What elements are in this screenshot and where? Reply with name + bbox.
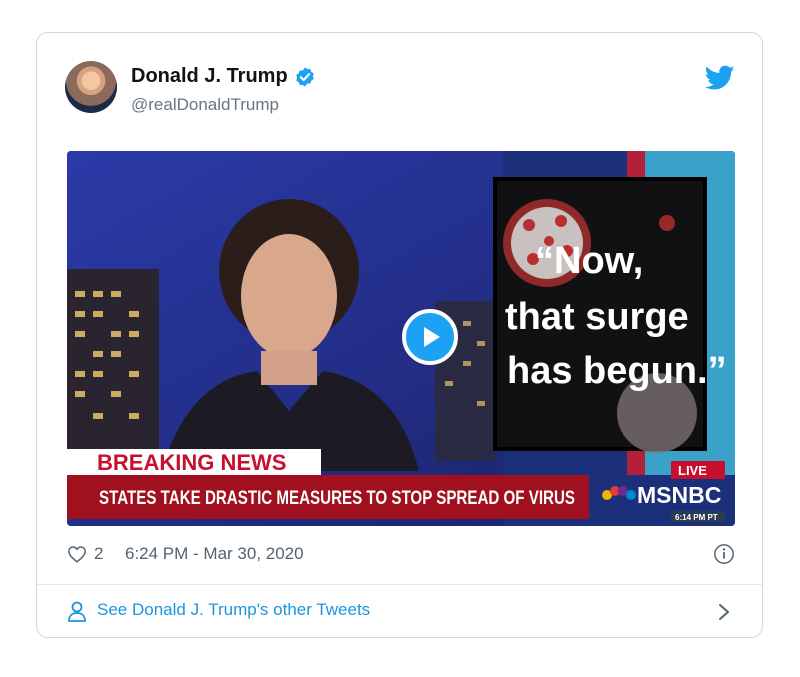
- network-time: 6:14 PM PT: [675, 513, 718, 522]
- quote-line-2: that surge: [505, 296, 689, 338]
- video-thumbnail: “Now, that surge has begun.” BREAKING NE…: [67, 151, 735, 526]
- tweet-meta: 2 6:24 PM - Mar 30, 2020: [67, 543, 735, 567]
- breaking-news-label: BREAKING NEWS: [97, 450, 286, 475]
- chevron-right-icon[interactable]: [717, 602, 731, 622]
- tweet-header: Donald J. Trump @realDonaldTrump: [65, 61, 735, 119]
- quote-line-3: has begun.”: [507, 350, 727, 392]
- divider: [37, 584, 762, 585]
- quote-line-1: “Now,: [535, 240, 643, 282]
- like-count[interactable]: 2: [94, 544, 103, 564]
- live-badge: LIVE: [678, 463, 707, 478]
- network-logo: MSNBC: [637, 482, 721, 508]
- author-name[interactable]: Donald J. Trump: [131, 65, 288, 88]
- verified-icon: [295, 66, 314, 87]
- tweet-card[interactable]: Donald J. Trump @realDonaldTrump “Now, t…: [36, 32, 763, 638]
- author-handle[interactable]: @realDonaldTrump: [131, 95, 279, 115]
- person-icon: [68, 601, 86, 622]
- other-tweets-link[interactable]: See Donald J. Trump's other Tweets: [67, 598, 735, 628]
- play-icon: [424, 327, 440, 347]
- video-player[interactable]: “Now, that surge has begun.” BREAKING NE…: [67, 151, 735, 526]
- twitter-bird-icon[interactable]: [705, 65, 735, 91]
- tweet-timestamp[interactable]: 6:24 PM - Mar 30, 2020: [125, 544, 304, 564]
- other-tweets-label[interactable]: See Donald J. Trump's other Tweets: [97, 600, 370, 620]
- chyron-text: STATES TAKE DRASTIC MEASURES TO STOP SPR…: [99, 488, 575, 509]
- heart-icon[interactable]: [67, 545, 87, 563]
- info-icon[interactable]: [713, 543, 735, 565]
- avatar[interactable]: [65, 61, 117, 113]
- play-button[interactable]: [402, 309, 458, 365]
- author-name-row: Donald J. Trump: [131, 65, 316, 88]
